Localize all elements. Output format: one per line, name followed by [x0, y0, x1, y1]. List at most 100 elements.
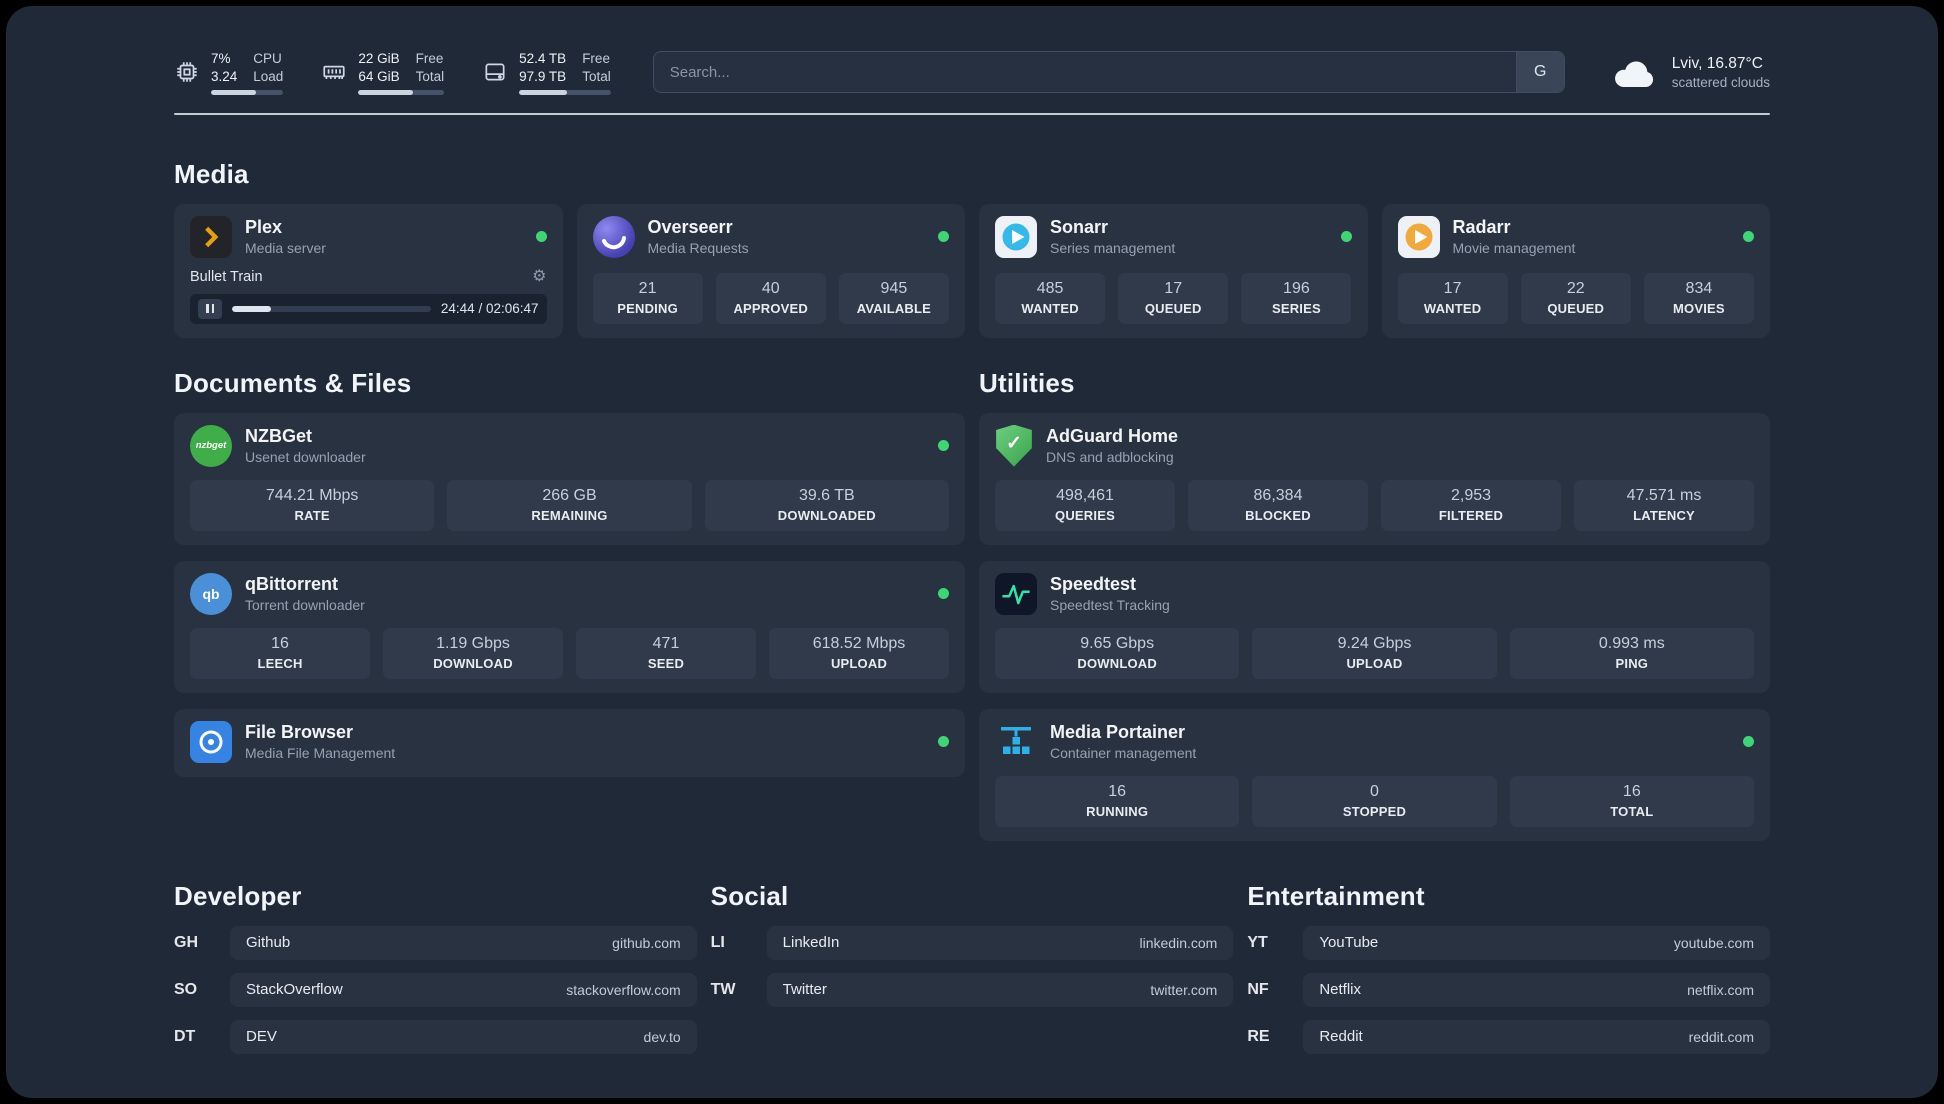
stat-box: 86,384 BLOCKED	[1188, 479, 1368, 531]
status-dot	[938, 231, 949, 243]
cpu-monitor: 7% 3.24 CPU Load	[174, 50, 284, 95]
stat-box: 744.21 Mbps RATE	[190, 479, 435, 531]
section-title-social: Social	[710, 880, 789, 911]
stats-row: 16 RUNNING 0 STOPPED 16 TOTAL	[995, 763, 1754, 827]
cpu-bar-fill	[211, 90, 256, 95]
disk-free-label: Free	[582, 51, 610, 66]
bookmark-netflix[interactable]: Netflix netflix.com	[1303, 972, 1770, 1007]
search-provider-button[interactable]: G	[1515, 52, 1564, 93]
disk-readout: 52.4 TB 97.9 TB Free Total	[519, 50, 611, 95]
stat-box: 16 LEECH	[190, 627, 370, 679]
bookmark-abbr: LI	[710, 933, 725, 951]
sonarr-icon	[995, 215, 1037, 258]
app-subtitle: Media Requests	[647, 240, 749, 257]
filebrowser-card[interactable]: File Browser Media File Management	[174, 708, 965, 777]
media-player-bar: 24:44 / 02:06:47	[190, 293, 547, 324]
app-name: Sonarr	[1050, 217, 1109, 238]
app-subtitle: Movie management	[1452, 240, 1576, 257]
section-title-media: Media	[174, 158, 249, 189]
stat-box: 618.52 Mbps UPLOAD	[769, 627, 949, 679]
ram-bar-fill	[358, 90, 414, 95]
stat-box: 39.6 TB DOWNLOADED	[704, 479, 949, 531]
weather-condition: scattered clouds	[1671, 74, 1770, 90]
adguard-icon: ✓	[996, 424, 1032, 467]
overseerr-card[interactable]: Overseerr Media Requests 21 PENDING 40 A…	[576, 203, 965, 338]
bookmark-abbr: RE	[1247, 1027, 1270, 1045]
app-subtitle: Container management	[1050, 745, 1197, 762]
nzbget-card[interactable]: nzbget NZBGet Usenet downloader 744.21 M…	[174, 412, 965, 545]
status-dot	[938, 588, 949, 600]
app-subtitle: DNS and adblocking	[1046, 449, 1174, 466]
section-title-developer: Developer	[174, 880, 302, 911]
ram-monitor: 22 GiB 64 GiB Free Total	[321, 50, 445, 95]
app-name: Radarr	[1452, 217, 1511, 238]
stat-box: 0.993 ms PING	[1509, 627, 1754, 679]
cpu-readout: 7% 3.24 CPU Load	[211, 50, 284, 95]
now-playing-title: Bullet Train	[190, 268, 263, 285]
portainer-card[interactable]: Media Portainer Container management 16 …	[979, 708, 1770, 841]
stat-box: 22 QUEUED	[1520, 272, 1631, 324]
qbittorrent-icon: qb	[190, 572, 232, 615]
speedtest-card[interactable]: Speedtest Speedtest Tracking 9.65 Gbps D…	[979, 560, 1770, 693]
stat-box: 16 RUNNING	[995, 775, 1240, 827]
documents-column: Documents & Files nzbget NZBGet Usenet d…	[174, 338, 965, 777]
status-dot	[938, 440, 949, 452]
stat-box: 9.65 Gbps DOWNLOAD	[995, 627, 1240, 679]
app-name: NZBGet	[245, 426, 312, 447]
adguard-card[interactable]: ✓ AdGuard Home DNS and adblocking 498,46…	[979, 412, 1770, 545]
plex-card[interactable]: Plex Media server Bullet Train ⚙ 24:44 /…	[174, 203, 563, 338]
stat-box: 196 SERIES	[1241, 272, 1352, 324]
bookmark-linkedin[interactable]: LinkedIn linkedin.com	[766, 925, 1234, 960]
stats-row: 9.65 Gbps DOWNLOAD 9.24 Gbps UPLOAD 0.99…	[995, 615, 1754, 679]
bookmark-reddit[interactable]: Reddit reddit.com	[1303, 1019, 1770, 1054]
stat-box: 2,953 FILTERED	[1381, 479, 1561, 531]
gear-icon[interactable]: ⚙	[532, 268, 546, 285]
playback-progress-track[interactable]	[232, 305, 431, 312]
bookmark-abbr: NF	[1247, 980, 1269, 998]
status-dot	[938, 736, 949, 748]
playback-time: 24:44 / 02:06:47	[440, 301, 539, 317]
bookmark-abbr: SO	[174, 980, 198, 998]
stat-box: 485 WANTED	[995, 272, 1106, 324]
stats-row: 17 WANTED 22 QUEUED 834 MOVIES	[1397, 260, 1755, 324]
app-name: Media Portainer	[1050, 722, 1186, 743]
bookmark-row: NF Netflix netflix.com	[1247, 972, 1770, 1007]
stat-box: 16 TOTAL	[1509, 775, 1754, 827]
app-subtitle: Speedtest Tracking	[1050, 597, 1170, 614]
pause-button[interactable]	[198, 298, 222, 319]
bookmark-youtube[interactable]: YouTube youtube.com	[1303, 925, 1770, 960]
bookmark-row: LI LinkedIn linkedin.com	[710, 925, 1234, 960]
app-name: qBittorrent	[245, 574, 338, 595]
app-subtitle: Usenet downloader	[245, 449, 366, 466]
radarr-card[interactable]: Radarr Movie management 17 WANTED 22 QUE…	[1381, 203, 1770, 338]
disk-total-label: Total	[582, 68, 611, 84]
stats-row: 744.21 Mbps RATE 266 GB REMAINING 39.6 T…	[190, 467, 949, 531]
app-name: Overseerr	[647, 217, 733, 238]
stat-box: 40 APPROVED	[715, 272, 826, 324]
dashboard-content: 7% 3.24 CPU Load 22 GiB 64 GiB Free Tota…	[6, 6, 1938, 1098]
sonarr-card[interactable]: Sonarr Series management 485 WANTED 17 Q…	[979, 203, 1368, 338]
media-card-row: Plex Media server Bullet Train ⚙ 24:44 /…	[174, 203, 1770, 338]
bookmark-github[interactable]: Github github.com	[230, 925, 697, 960]
disk-bar	[519, 90, 611, 95]
bookmark-stackoverflow[interactable]: StackOverflow stackoverflow.com	[230, 972, 697, 1007]
ram-readout: 22 GiB 64 GiB Free Total	[358, 50, 445, 95]
stats-row: 498,461 QUERIES 86,384 BLOCKED 2,953 FIL…	[995, 467, 1754, 531]
stat-box: 266 GB REMAINING	[447, 479, 692, 531]
bookmarks-row: Developer GH Github github.com SO StackO…	[174, 867, 1770, 1067]
bookmarks-social: Social LI LinkedIn linkedin.com TW Twitt…	[711, 867, 1234, 1020]
bookmark-twitter[interactable]: Twitter twitter.com	[766, 972, 1234, 1007]
cpu-icon	[177, 62, 197, 83]
app-subtitle: Media server	[245, 240, 326, 257]
app-name: File Browser	[245, 722, 354, 743]
header-divider	[174, 112, 1770, 115]
qbittorrent-card[interactable]: qb qBittorrent Torrent downloader 16 LEE…	[174, 560, 965, 693]
playback-progress-fill	[232, 305, 271, 312]
search-input[interactable]	[653, 52, 1516, 93]
section-title-documents: Documents & Files	[174, 367, 412, 398]
ram-icon	[323, 66, 345, 80]
topbar: 7% 3.24 CPU Load 22 GiB 64 GiB Free Tota…	[174, 50, 1770, 95]
bookmark-dev[interactable]: DEV dev.to	[230, 1019, 697, 1054]
app-name: Speedtest	[1050, 574, 1137, 595]
filebrowser-icon	[190, 720, 232, 763]
